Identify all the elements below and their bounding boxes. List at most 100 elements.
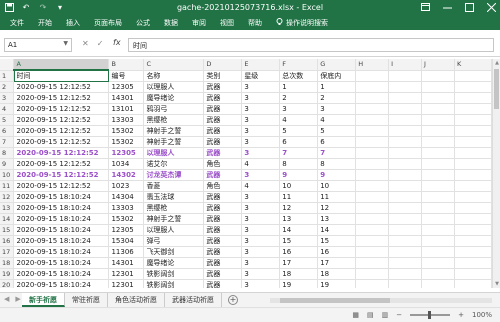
cell-k2[interactable] bbox=[454, 81, 492, 93]
cell-d4[interactable]: 武器 bbox=[203, 103, 243, 115]
cell-f13[interactable]: 12 bbox=[279, 202, 319, 214]
cell-j14[interactable] bbox=[421, 213, 455, 225]
row-header[interactable]: 20 bbox=[0, 279, 15, 288]
sheet-tab-weapon-event[interactable]: 武器活动祈愿 bbox=[165, 293, 222, 307]
cell-h16[interactable] bbox=[355, 235, 390, 247]
cell-i9[interactable] bbox=[388, 158, 423, 170]
cell-i11[interactable] bbox=[388, 180, 423, 192]
cell-j5[interactable] bbox=[421, 114, 455, 126]
cell-j16[interactable] bbox=[421, 235, 455, 247]
cell-a20[interactable]: 2020-09-15 18:10:24 bbox=[13, 279, 110, 288]
cell-f15[interactable]: 14 bbox=[279, 224, 319, 236]
cell-a1[interactable]: 时间 bbox=[13, 70, 110, 82]
cell-a16[interactable]: 2020-09-15 18:10:24 bbox=[13, 235, 110, 247]
cell-a17[interactable]: 2020-09-15 18:10:24 bbox=[13, 246, 110, 258]
name-box[interactable]: A1 ▼ bbox=[4, 38, 72, 52]
cell-a5[interactable]: 2020-09-15 12:12:52 bbox=[13, 114, 110, 126]
row-header[interactable]: 2 bbox=[0, 81, 15, 93]
cell-d14[interactable]: 武器 bbox=[203, 213, 243, 225]
cell-k12[interactable] bbox=[454, 191, 492, 203]
cell-h17[interactable] bbox=[355, 246, 390, 258]
cell-b9[interactable]: 1034 bbox=[108, 158, 145, 170]
cell-k19[interactable] bbox=[454, 268, 492, 280]
row-header[interactable]: 18 bbox=[0, 257, 15, 269]
column-header-i[interactable]: I bbox=[388, 59, 423, 71]
cell-g10[interactable]: 9 bbox=[317, 169, 357, 181]
cell-i14[interactable] bbox=[388, 213, 423, 225]
cell-c11[interactable]: 香菱 bbox=[143, 180, 205, 192]
ribbon-display-icon[interactable] bbox=[420, 2, 430, 12]
cell-a14[interactable]: 2020-09-15 18:10:24 bbox=[13, 213, 110, 225]
cell-a19[interactable]: 2020-09-15 18:10:24 bbox=[13, 268, 110, 280]
cell-g4[interactable]: 3 bbox=[317, 103, 357, 115]
cell-h2[interactable] bbox=[355, 81, 390, 93]
column-header-e[interactable]: E bbox=[241, 59, 281, 71]
row-header[interactable]: 1 bbox=[0, 70, 15, 82]
cell-g16[interactable]: 15 bbox=[317, 235, 357, 247]
cell-j1[interactable] bbox=[421, 70, 455, 82]
cell-k13[interactable] bbox=[454, 202, 492, 214]
cell-f20[interactable]: 19 bbox=[279, 279, 319, 288]
cell-d5[interactable]: 武器 bbox=[203, 114, 243, 126]
cell-d7[interactable]: 武器 bbox=[203, 136, 243, 148]
cell-c15[interactable]: 以理服人 bbox=[143, 224, 205, 236]
cell-k1[interactable] bbox=[454, 70, 492, 82]
cell-j9[interactable] bbox=[421, 158, 455, 170]
cell-i19[interactable] bbox=[388, 268, 423, 280]
row-header[interactable]: 16 bbox=[0, 235, 15, 247]
zoom-out-icon[interactable]: − bbox=[396, 311, 402, 319]
cell-c9[interactable]: 诺艾尔 bbox=[143, 158, 205, 170]
cell-b7[interactable]: 15302 bbox=[108, 136, 145, 148]
formula-input[interactable]: 时间 bbox=[128, 38, 494, 52]
cell-a10[interactable]: 2020-09-15 12:12:52 bbox=[13, 169, 110, 181]
cell-i1[interactable] bbox=[388, 70, 423, 82]
cell-f12[interactable]: 11 bbox=[279, 191, 319, 203]
cell-c18[interactable]: 魔导绪论 bbox=[143, 257, 205, 269]
cell-f6[interactable]: 5 bbox=[279, 125, 319, 137]
cell-d9[interactable]: 角色 bbox=[203, 158, 243, 170]
cell-g13[interactable]: 12 bbox=[317, 202, 357, 214]
cell-a6[interactable]: 2020-09-15 12:12:52 bbox=[13, 125, 110, 137]
cell-e4[interactable]: 3 bbox=[241, 103, 281, 115]
cell-i13[interactable] bbox=[388, 202, 423, 214]
cell-j6[interactable] bbox=[421, 125, 455, 137]
tab-review[interactable]: 审阅 bbox=[192, 18, 206, 28]
cell-e20[interactable]: 3 bbox=[241, 279, 281, 288]
cell-j4[interactable] bbox=[421, 103, 455, 115]
cell-i18[interactable] bbox=[388, 257, 423, 269]
column-header-g[interactable]: G bbox=[317, 59, 357, 71]
row-header[interactable]: 6 bbox=[0, 125, 15, 137]
cancel-icon[interactable]: ✕ bbox=[82, 39, 89, 48]
cell-c3[interactable]: 魔导绪论 bbox=[143, 92, 205, 104]
cell-c20[interactable]: 铁影阔剑 bbox=[143, 279, 205, 288]
cell-g11[interactable]: 10 bbox=[317, 180, 357, 192]
cell-d20[interactable]: 武器 bbox=[203, 279, 243, 288]
prev-sheet-icon[interactable]: ◀ bbox=[4, 295, 9, 303]
cell-a12[interactable]: 2020-09-15 18:10:24 bbox=[13, 191, 110, 203]
cell-e8[interactable]: 3 bbox=[241, 147, 281, 159]
cell-j18[interactable] bbox=[421, 257, 455, 269]
cell-k5[interactable] bbox=[454, 114, 492, 126]
cell-a9[interactable]: 2020-09-15 12:12:52 bbox=[13, 158, 110, 170]
cell-h8[interactable] bbox=[355, 147, 390, 159]
cell-j8[interactable] bbox=[421, 147, 455, 159]
cell-b12[interactable]: 14304 bbox=[108, 191, 145, 203]
cell-i6[interactable] bbox=[388, 125, 423, 137]
cell-i17[interactable] bbox=[388, 246, 423, 258]
enter-icon[interactable]: ✓ bbox=[97, 39, 104, 48]
cell-b8[interactable]: 12305 bbox=[108, 147, 145, 159]
column-header-b[interactable]: B bbox=[108, 59, 145, 71]
cell-k4[interactable] bbox=[454, 103, 492, 115]
cell-f10[interactable]: 9 bbox=[279, 169, 319, 181]
scroll-up-icon[interactable]: ▲ bbox=[493, 59, 500, 67]
cell-j15[interactable] bbox=[421, 224, 455, 236]
page-layout-view-icon[interactable]: ▤ bbox=[367, 311, 374, 319]
cell-g19[interactable]: 18 bbox=[317, 268, 357, 280]
select-all-corner[interactable] bbox=[0, 59, 15, 71]
cell-c16[interactable]: 弹弓 bbox=[143, 235, 205, 247]
scroll-thumb[interactable] bbox=[494, 69, 499, 109]
cell-b4[interactable]: 13101 bbox=[108, 103, 145, 115]
page-break-view-icon[interactable]: ▥ bbox=[382, 311, 389, 319]
horizontal-scroll-thumb[interactable] bbox=[280, 298, 390, 303]
tab-insert[interactable]: 插入 bbox=[66, 18, 80, 28]
